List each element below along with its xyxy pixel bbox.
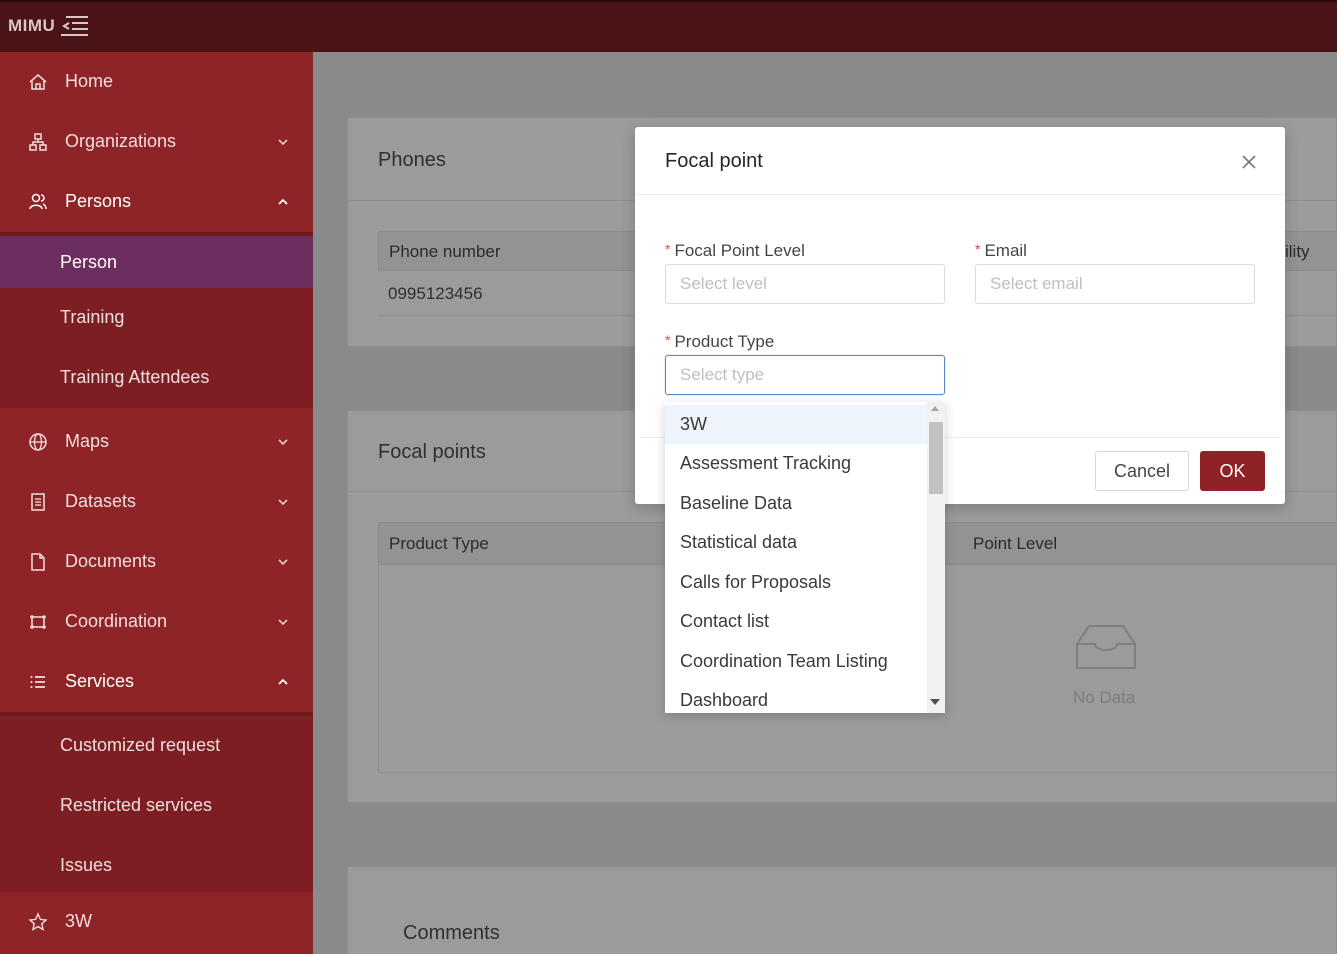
close-icon[interactable] xyxy=(1240,153,1258,171)
sidebar-item-3w[interactable]: 3W xyxy=(0,892,313,952)
list-icon xyxy=(30,676,45,688)
column-header-product-type: Product Type xyxy=(389,534,489,553)
sidebar-item-label: Maps xyxy=(65,431,110,451)
organization-icon xyxy=(29,133,47,151)
sidebar-item-label: Documents xyxy=(65,551,157,571)
star-icon xyxy=(28,912,48,931)
label-text: Product Type xyxy=(674,332,775,351)
dropdown-option[interactable]: Statistical data xyxy=(665,523,927,562)
sidebar-item-training[interactable]: Training xyxy=(0,288,313,348)
dropdown-option[interactable]: Calls for Proposals xyxy=(665,563,927,602)
required-mark: * xyxy=(665,241,671,257)
sidebar-item-restricted-services[interactable]: Restricted services xyxy=(0,776,313,836)
empty-inbox-icon xyxy=(1076,625,1136,669)
sidebar-item-label: Home xyxy=(65,71,114,91)
sidebar-item-label: Organizations xyxy=(65,131,177,151)
sidebar-item-maps[interactable]: Maps xyxy=(0,412,313,472)
sidebar-item-issues[interactable]: Issues xyxy=(0,836,313,892)
sidebar-item-label: Training xyxy=(60,307,125,327)
ok-button[interactable]: OK xyxy=(1200,451,1265,491)
app-logo: MIMU xyxy=(8,16,56,35)
sidebar-item-label: Services xyxy=(65,671,135,691)
top-bar: MIMU xyxy=(0,0,1337,52)
home-icon xyxy=(29,74,47,90)
product-type-select[interactable] xyxy=(665,355,945,395)
dataset-icon xyxy=(31,493,45,511)
card-title: Phones xyxy=(378,149,446,171)
label-text: Email xyxy=(984,241,1027,260)
modal-title: Focal point xyxy=(665,150,763,172)
chevron-up-icon xyxy=(278,678,288,685)
required-mark: * xyxy=(975,241,981,257)
sidebar-item-label: Coordination xyxy=(65,611,168,631)
sidebar-item-label: Issues xyxy=(60,855,113,875)
sidebar-item-coordination[interactable]: Coordination xyxy=(0,592,313,652)
sidebar-item-label: Person xyxy=(60,252,118,272)
chevron-down-icon xyxy=(278,559,288,566)
persons-icon xyxy=(29,193,47,210)
globe-icon xyxy=(29,433,47,451)
dropdown-option[interactable]: Contact list xyxy=(665,602,927,641)
sidebar-item-documents[interactable]: Documents xyxy=(0,532,313,592)
dropdown-option[interactable]: Coordination Team Listing xyxy=(665,642,927,681)
dropdown-option[interactable]: 3W xyxy=(665,405,927,444)
sidebar-item-label: Datasets xyxy=(65,491,137,511)
column-header-level: Point Level xyxy=(973,534,1058,553)
dropdown-option[interactable]: Assessment Tracking xyxy=(665,444,927,483)
divider xyxy=(635,194,1285,195)
card-title: Focal points xyxy=(378,441,486,463)
chevron-down-icon xyxy=(278,439,288,446)
required-mark: * xyxy=(665,332,671,348)
focal-point-level-label: * Focal Point Level xyxy=(665,241,805,261)
product-type-label: * Product Type xyxy=(665,332,774,352)
phone-number-cell: 0995123456 xyxy=(388,284,483,303)
email-select[interactable] xyxy=(975,264,1255,304)
sidebar-item-home[interactable]: Home xyxy=(0,52,313,112)
sidebar-item-services[interactable]: Services xyxy=(0,652,313,712)
dropdown-option[interactable]: Baseline Data xyxy=(665,484,927,523)
sidebar: Home Organizations Persons Person Traini… xyxy=(0,52,313,954)
sidebar-item-customized-request[interactable]: Customized request xyxy=(0,716,313,776)
sidebar-item-label: Persons xyxy=(65,191,132,211)
sidebar-item-persons[interactable]: Persons xyxy=(0,172,313,232)
email-label: * Email xyxy=(975,241,1027,261)
sidebar-item-label: Restricted services xyxy=(60,795,213,815)
menu-toggle-icon[interactable] xyxy=(60,14,90,40)
chevron-down-icon xyxy=(278,139,288,146)
document-icon xyxy=(31,553,45,571)
chevron-up-icon xyxy=(278,198,288,205)
chevron-down-icon xyxy=(278,619,288,626)
column-header-partial: ility xyxy=(1285,242,1310,261)
comments-card: Comments xyxy=(347,866,1337,954)
label-text: Focal Point Level xyxy=(674,241,805,260)
card-title: Comments xyxy=(403,922,500,944)
sidebar-item-label: 3W xyxy=(65,911,92,931)
scroll-up-arrow-icon[interactable] xyxy=(931,406,939,411)
dropdown-option[interactable]: Dashboard xyxy=(665,681,927,713)
sidebar-item-label: Training Attendees xyxy=(60,367,210,387)
sidebar-item-label: Customized request xyxy=(60,735,221,755)
sidebar-item-training-attendees[interactable]: Training Attendees xyxy=(0,348,313,408)
scrollbar-thumb[interactable] xyxy=(929,422,943,494)
cancel-button[interactable]: Cancel xyxy=(1095,451,1189,491)
chevron-down-icon xyxy=(278,499,288,506)
sidebar-item-datasets[interactable]: Datasets xyxy=(0,472,313,532)
sidebar-item-organizations[interactable]: Organizations xyxy=(0,112,313,172)
product-type-dropdown: 3W Assessment Tracking Baseline Data Sta… xyxy=(665,402,945,713)
column-header-phone: Phone number xyxy=(389,242,501,261)
focal-point-level-select[interactable] xyxy=(665,264,945,304)
sidebar-item-person[interactable]: Person xyxy=(0,236,313,288)
empty-state-text: No Data xyxy=(1073,688,1136,707)
coordination-icon xyxy=(30,615,46,629)
scroll-down-arrow-icon[interactable] xyxy=(930,699,940,705)
